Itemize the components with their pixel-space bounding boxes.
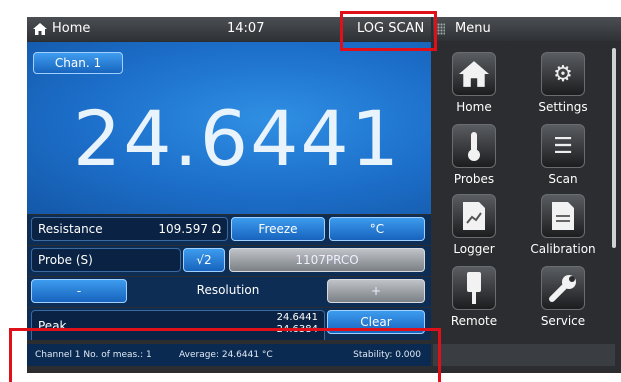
resolution-label: Resolution: [196, 283, 260, 297]
menu-item-remote[interactable]: Remote: [434, 266, 514, 328]
list-icon: ☰: [541, 124, 585, 168]
menu-item-label: Home: [456, 100, 492, 114]
menu-header: Menu: [433, 17, 621, 41]
home-shortcut[interactable]: Home: [33, 21, 90, 36]
gears-icon: ⚙: [541, 52, 585, 96]
clear-button[interactable]: Clear: [327, 310, 425, 334]
menu-item-label: Scan: [548, 172, 578, 186]
freeze-button[interactable]: Freeze: [231, 217, 325, 241]
house-icon: [452, 52, 496, 96]
main-display: Chan. 1 24.6441: [27, 42, 431, 214]
peak-field: Peak 24.6441 24.6384: [31, 310, 325, 340]
menu-item-home[interactable]: Home: [434, 52, 514, 114]
stability-value: Stability: 0.000: [353, 350, 421, 360]
probe-field[interactable]: Probe (S): [31, 248, 181, 272]
probe-id-button[interactable]: 1107PRCO: [229, 248, 425, 272]
menu-item-logger[interactable]: Logger: [434, 194, 514, 256]
menu-item-label: Service: [540, 314, 586, 328]
menu-item-service[interactable]: Service: [523, 266, 603, 328]
usb-plug-icon: [452, 266, 496, 310]
thermometer-icon: [452, 124, 496, 168]
menu-item-label: Calibration: [530, 242, 596, 256]
menu-item-scan[interactable]: ☰ Scan: [523, 124, 603, 186]
channel-button[interactable]: Chan. 1: [33, 52, 123, 74]
menu-footer: [433, 344, 615, 366]
resistance-label: Resistance: [38, 222, 103, 236]
resolution-decrease-button[interactable]: -: [31, 279, 127, 303]
menu-item-label: Probes: [453, 172, 495, 186]
measurement-status-bar: Channel 1 No. of meas.: 1 Average: 24.64…: [27, 344, 431, 366]
resolution-row: - Resolution +: [27, 277, 431, 307]
peak-min-value: 24.6384: [276, 324, 318, 335]
menu-scrollbar[interactable]: [612, 48, 616, 248]
resistance-value: 109.597 Ω: [158, 222, 221, 236]
menu-item-settings[interactable]: ⚙ Settings: [523, 52, 603, 114]
peak-row: Peak 24.6441 24.6384 Clear: [27, 308, 431, 340]
menu-item-calibration[interactable]: Calibration: [523, 194, 603, 256]
temperature-reading: 24.6441: [72, 94, 402, 183]
unit-button[interactable]: °C: [329, 217, 425, 241]
home-label: Home: [52, 21, 91, 36]
channel-meas-count: Channel 1 No. of meas.: 1: [35, 350, 152, 360]
menu-item-probes[interactable]: Probes: [434, 124, 514, 186]
menu-item-label: Remote: [450, 314, 498, 328]
menu-item-label: Settings: [538, 100, 588, 114]
probe-label: Probe (S): [38, 253, 93, 267]
grip-icon[interactable]: [437, 23, 445, 35]
resistance-field: Resistance 109.597 Ω: [31, 217, 228, 241]
probe-row: Probe (S) √2 1107PRCO: [27, 246, 431, 276]
house-icon: [33, 22, 47, 35]
mode-indicator: LOG SCAN: [357, 21, 425, 36]
clock: 14:07: [227, 21, 265, 36]
resistance-row: Resistance 109.597 Ω Freeze °C: [27, 215, 431, 245]
average-value: Average: 24.6441 °C: [179, 350, 273, 360]
cal-document-icon: [541, 194, 585, 238]
peak-label: Peak: [38, 319, 67, 333]
sqrt-button[interactable]: √2: [183, 248, 225, 272]
menu-title: Menu: [455, 21, 491, 36]
wrench-icon: [541, 266, 585, 310]
log-document-icon: [452, 194, 496, 238]
resolution-increase-button[interactable]: +: [327, 279, 425, 303]
top-status-bar: Home 14:07 LOG SCAN: [27, 17, 431, 41]
menu-item-label: Logger: [453, 242, 495, 256]
